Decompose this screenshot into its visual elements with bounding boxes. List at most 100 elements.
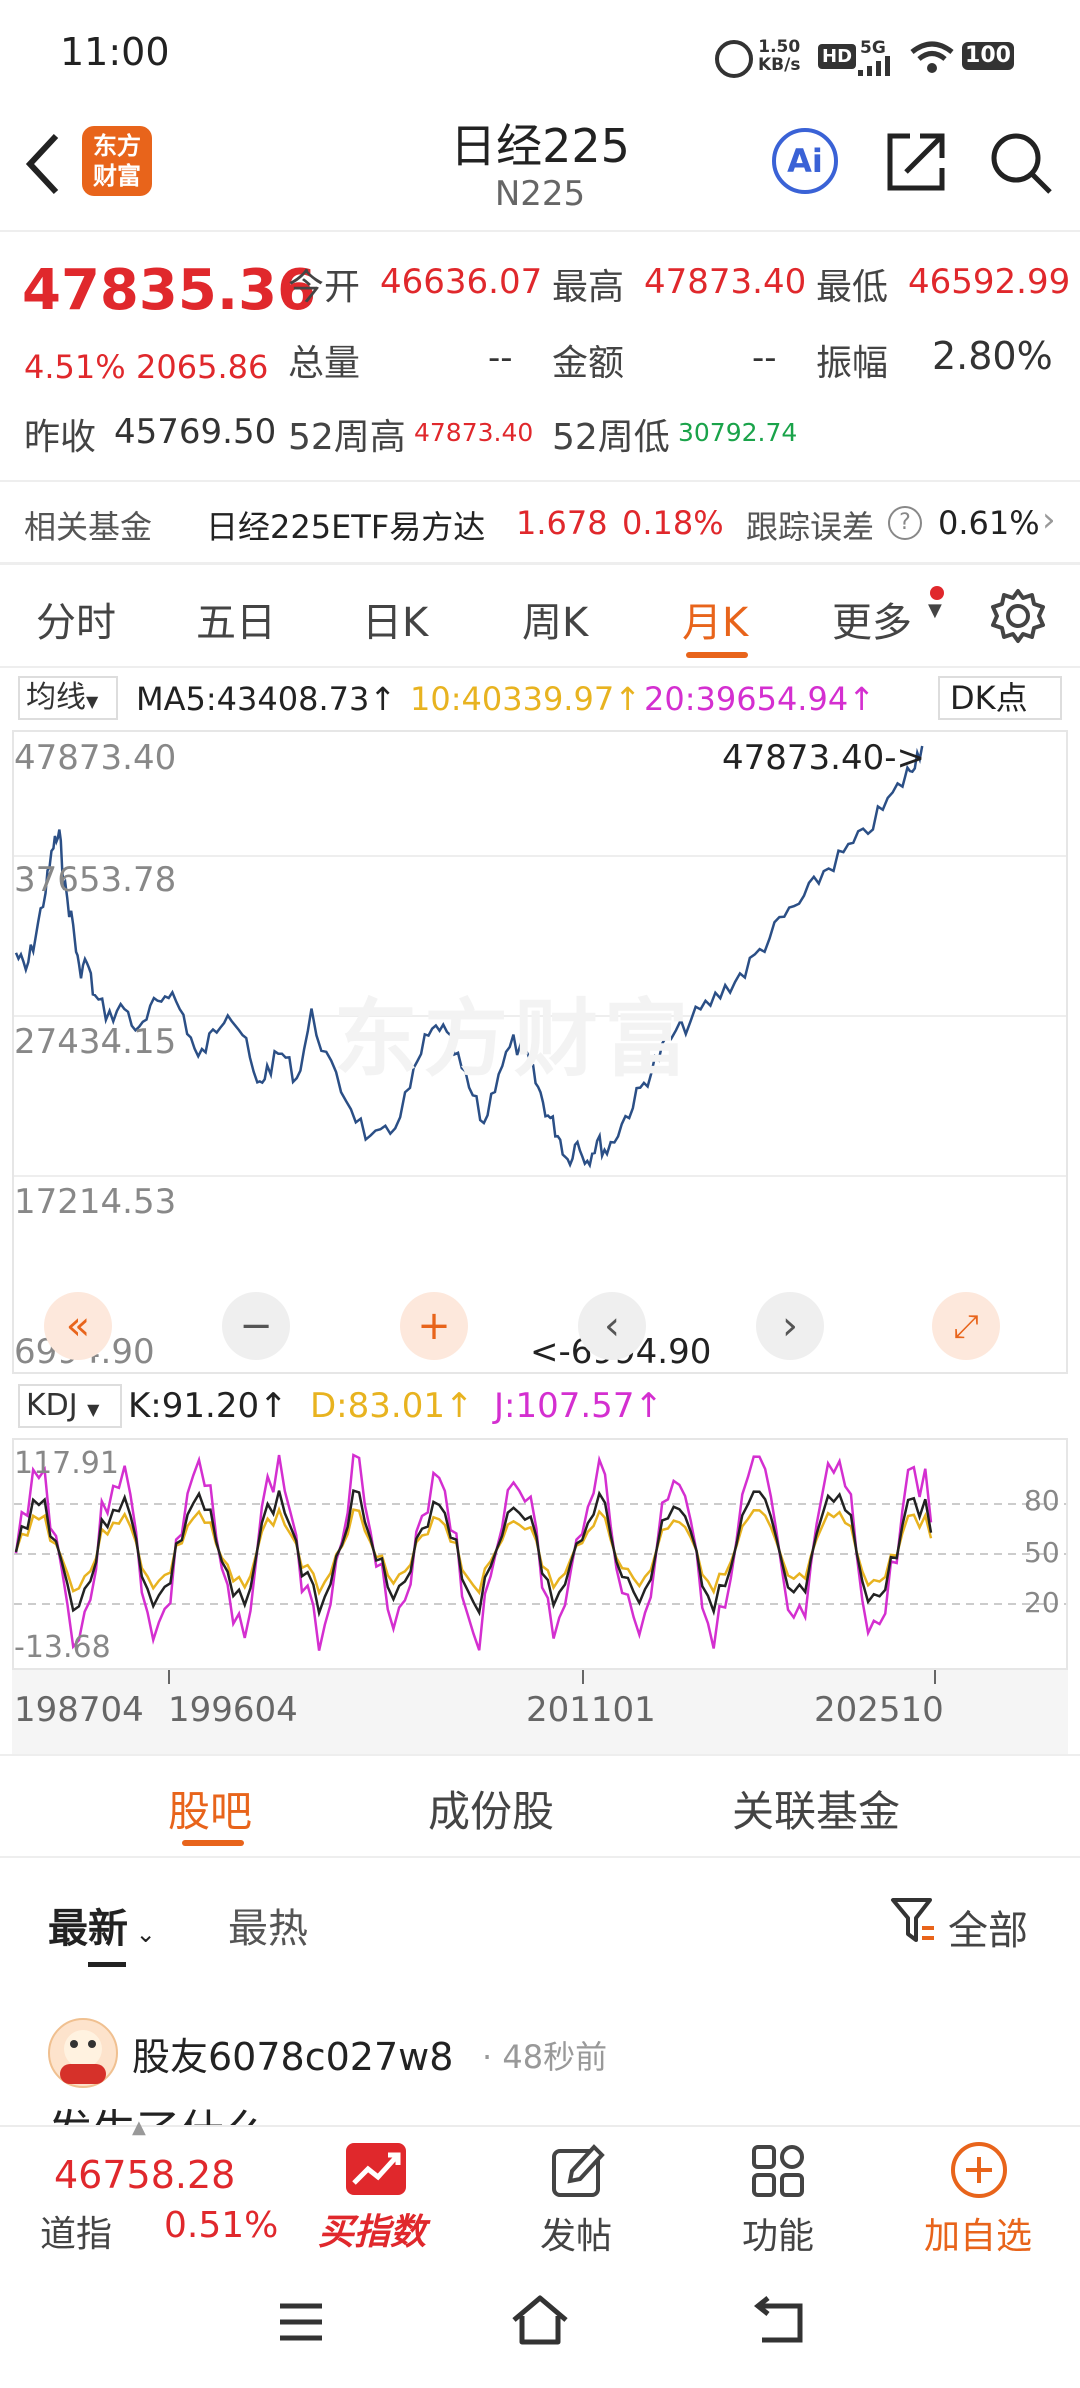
- watermark: 东方财富: [334, 990, 695, 1088]
- ma5-value: MA5:43408.73↑: [136, 680, 397, 718]
- buy-index-button[interactable]: 买指数: [318, 2203, 426, 2255]
- ma-select[interactable]: 均线▼: [18, 676, 118, 720]
- menu-icon[interactable]: [276, 2300, 326, 2344]
- volume-value: --: [488, 338, 513, 378]
- w52-high-label: 52周高: [288, 417, 406, 458]
- amount-label: 金额: [552, 343, 625, 384]
- x-tick-mark: [168, 1670, 170, 1684]
- x-tick-2: 199604: [168, 1690, 298, 1730]
- fullscreen-icon[interactable]: ⤢: [932, 1292, 1000, 1360]
- add-watchlist-icon[interactable]: [948, 2139, 1010, 2201]
- add-watchlist-button[interactable]: 加自选: [924, 2207, 1032, 2259]
- prev-close-label: 昨收: [24, 417, 97, 458]
- dow-index-name: 道指: [40, 2214, 113, 2255]
- kdj-select[interactable]: KDJ ▼: [18, 1384, 122, 1428]
- tab-week-k[interactable]: 周K: [522, 590, 588, 648]
- alarm-icon: [715, 40, 753, 78]
- edit-post-icon[interactable]: [548, 2141, 608, 2201]
- ma10-value: 10:40339.97↑: [410, 680, 641, 718]
- status-time: 11:00: [60, 30, 170, 74]
- app-header: 东方 财富 日经225 N225 Ai: [0, 110, 1080, 230]
- tracking-error-value: 0.61%: [938, 504, 1040, 542]
- high-label: 最高: [552, 267, 625, 308]
- dk-point-button[interactable]: DK点: [938, 676, 1062, 720]
- change-pct: 4.51%: [24, 348, 126, 386]
- wifi-icon: [910, 41, 954, 73]
- filter-latest[interactable]: 最新 ⌄: [48, 1896, 156, 1954]
- max-price-note: 47873.40->: [722, 738, 925, 778]
- kdj-80-label: 80: [1024, 1484, 1060, 1517]
- function-grid-icon[interactable]: [748, 2141, 808, 2201]
- share-icon[interactable]: [884, 130, 948, 194]
- settings-gear-icon[interactable]: [990, 588, 1046, 644]
- tab-more[interactable]: 更多: [832, 590, 912, 648]
- scroll-left-fast-icon[interactable]: «: [44, 1292, 112, 1360]
- x-tick-3: 201101: [526, 1690, 656, 1730]
- zoom-in-icon[interactable]: +: [400, 1292, 468, 1360]
- kdj-k-line: [14, 1489, 933, 1618]
- hd-icon: HD: [818, 44, 857, 69]
- net-speed: 1.50 KB/s: [758, 37, 801, 75]
- price-line: [14, 745, 924, 1169]
- change-amount: 2065.86: [136, 348, 269, 386]
- more-caret-icon: ▼: [928, 600, 942, 621]
- amount-value: --: [752, 338, 777, 378]
- scroll-left-icon[interactable]: ‹: [578, 1292, 646, 1360]
- tab-related-funds[interactable]: 关联基金: [732, 1778, 900, 1839]
- avatar[interactable]: [48, 2018, 118, 2088]
- search-icon[interactable]: [988, 130, 1054, 196]
- tab-guba[interactable]: 股吧: [168, 1778, 252, 1839]
- post-text[interactable]: 发生了什么: [48, 2110, 1048, 2127]
- kdj-d-line: [14, 1506, 933, 1597]
- function-button[interactable]: 功能: [742, 2207, 814, 2259]
- buy-index-icon[interactable]: [346, 2143, 406, 2195]
- post-button[interactable]: 发帖: [540, 2207, 612, 2259]
- tracking-error-label: 跟踪误差: [746, 508, 875, 546]
- status-bar: 11:00 1.50 KB/s HD 5G 100: [0, 0, 1080, 110]
- kdj-20-label: 20: [1024, 1586, 1060, 1619]
- tab-components[interactable]: 成份股: [428, 1778, 554, 1839]
- post-username[interactable]: 股友6078c027w8: [132, 2026, 453, 2081]
- zoom-out-icon[interactable]: −: [222, 1292, 290, 1360]
- tab-five-day[interactable]: 五日: [196, 590, 276, 648]
- tab-day-k[interactable]: 日K: [362, 590, 428, 648]
- kdj-k: K:91.20↑: [128, 1386, 288, 1426]
- x-tick-1: 198704: [14, 1690, 144, 1730]
- filter-all[interactable]: 全部: [948, 1898, 1028, 1956]
- tab-underline: [182, 1840, 244, 1846]
- back-nav-icon[interactable]: [752, 2296, 808, 2346]
- x-axis: 198704 199604 201101 202510: [12, 1670, 1068, 1754]
- signal-5g-icon: 5G: [860, 38, 886, 58]
- kdj-j: J:107.57↑: [494, 1386, 663, 1426]
- tab-underline: [686, 652, 748, 658]
- amplitude-value: 2.80%: [932, 334, 1053, 378]
- fund-name: 日经225ETF易方达: [206, 508, 486, 546]
- volume-label: 总量: [288, 343, 361, 384]
- filter-hot[interactable]: 最热: [228, 1896, 308, 1954]
- filter-icon[interactable]: [890, 1896, 936, 1946]
- prev-close-value: 45769.50: [114, 412, 277, 452]
- w52-low-label: 52周低: [552, 417, 670, 458]
- amplitude-label: 振幅: [816, 343, 889, 384]
- chevron-right-icon: ›: [1042, 500, 1056, 540]
- tab-minute[interactable]: 分时: [36, 590, 116, 648]
- dow-index-value[interactable]: 46758.28: [54, 2153, 235, 2197]
- ai-button[interactable]: Ai: [772, 128, 838, 194]
- bottom-action-bar: ▲ 46758.28 道指 0.51% 买指数 发帖 功能 加自选: [0, 2117, 1080, 2262]
- kdj-chart[interactable]: 117.91 -13.68 80 50 20: [12, 1438, 1068, 1670]
- quote-panel: 47835.36 4.51% 2065.86 今开 46636.07 最高 47…: [0, 232, 1080, 482]
- filter-underline: [88, 1962, 126, 1967]
- related-fund-row[interactable]: 相关基金 日经225ETF易方达 1.678 0.18% 跟踪误差 ? 0.61…: [0, 482, 1080, 562]
- open-label: 今开: [288, 267, 361, 308]
- tab-month-k[interactable]: 月K: [682, 590, 748, 648]
- scroll-right-icon[interactable]: ›: [756, 1292, 824, 1360]
- fund-price: 1.678: [516, 504, 608, 542]
- expand-caret-icon[interactable]: ▲: [132, 2117, 146, 2138]
- home-icon[interactable]: [510, 2294, 570, 2346]
- kdj-j-line: [14, 1453, 933, 1651]
- x-tick-4: 202510: [814, 1690, 944, 1730]
- kline-chart[interactable]: 东方财富 47873.40 37653.78 27434.15 17214.53…: [12, 730, 1068, 1374]
- ma20-value: 20:39654.94↑: [644, 680, 875, 718]
- dow-index-pct: 0.51%: [164, 2205, 279, 2246]
- help-icon[interactable]: ?: [888, 506, 922, 540]
